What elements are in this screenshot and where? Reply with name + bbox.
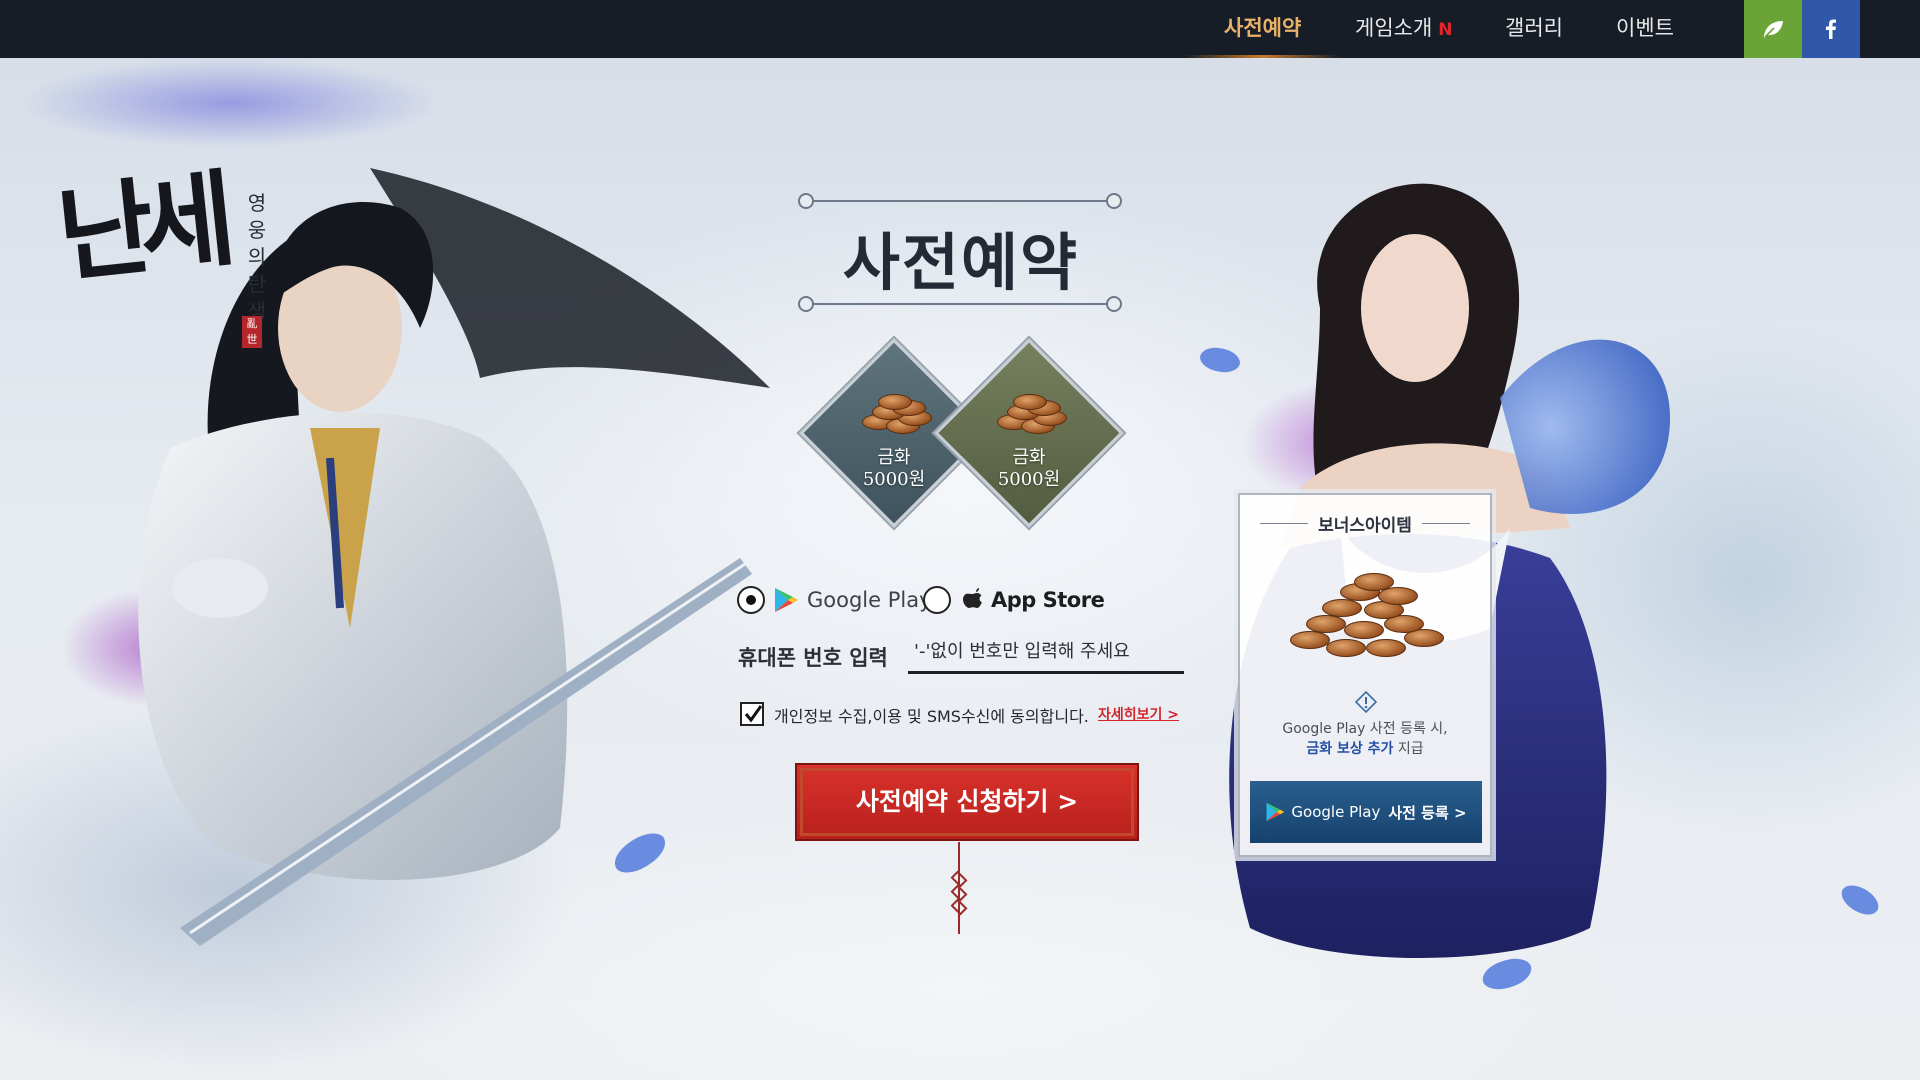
nav-item-gallery[interactable]: 갤러리 [1505, 0, 1563, 58]
title-rule [1422, 523, 1470, 524]
reward-amount: 5000원 [862, 469, 926, 490]
agree-checkbox[interactable] [740, 702, 764, 726]
preregister-label: 사전 등록 > [1388, 803, 1467, 822]
leaf-icon [1764, 21, 1783, 38]
coin-stack-icon [993, 392, 1069, 436]
nav-item-label: 게임소개 [1355, 16, 1433, 40]
bonus-description: Google Play 사전 등록 시, 금화 보상 추가 지급 [1240, 719, 1490, 759]
nav-item-label: 갤러리 [1505, 16, 1563, 40]
nav-item-event[interactable]: 이벤트 [1616, 0, 1674, 58]
phone-input-label: 휴대폰 번호 입력 [738, 646, 888, 670]
ornament-rule [798, 193, 1122, 209]
agree-text: 개인정보 수집,이용 및 SMS수신에 동의합니다. [774, 707, 1089, 726]
line-share-button[interactable] [1744, 0, 1802, 58]
app-store-radio[interactable]: App Store [923, 584, 1105, 616]
preorder-submit-button[interactable]: 사전예약 신청하기 > [795, 763, 1139, 841]
nav-item-label: 사전예약 [1224, 16, 1302, 40]
logo-seal: 亂世 [242, 316, 262, 348]
reward-amount: 5000원 [997, 469, 1061, 490]
google-play-label: Google Play [1291, 803, 1381, 821]
app-store-label: App Store [991, 588, 1105, 612]
privacy-details-link[interactable]: 자세히보기 > [1098, 704, 1179, 724]
nav-item-label: 이벤트 [1616, 16, 1674, 40]
ornament-rule [798, 296, 1122, 312]
radio-button[interactable] [923, 586, 951, 614]
bonus-highlight: 금화 보상 추가 [1306, 741, 1394, 757]
facebook-share-button[interactable] [1802, 0, 1860, 58]
google-play-icon [1266, 802, 1285, 822]
apple-icon [963, 588, 982, 608]
google-play-preregister-button[interactable]: Google Play 사전 등록 > [1250, 781, 1482, 843]
info-icon [1355, 691, 1377, 713]
page-title: 사전예약 [842, 226, 1080, 299]
reward-name: 금화 [1012, 447, 1046, 468]
nav-item-game-intro[interactable]: 게임소개 N [1355, 0, 1453, 58]
bonus-item-card: 보너스아이템 Google Play 사전 등록 시, 금화 보상 추가 지급 … [1238, 493, 1492, 857]
preorder-title-block: 사전예약 [796, 188, 1126, 318]
gold-coins-icon [1280, 573, 1456, 673]
new-badge: N [1438, 20, 1453, 40]
bonus-desc-tail: 지급 [1393, 741, 1424, 757]
reward-name: 금화 [877, 447, 911, 468]
top-navigation: 사전예약 게임소개 N 갤러리 이벤트 [0, 0, 1920, 58]
radio-button-checked[interactable] [737, 586, 765, 614]
game-logo: 난세 영웅의탄생 亂世 [52, 158, 268, 356]
nav-item-preorder[interactable]: 사전예약 [1183, 0, 1342, 58]
reward-label: 금화 5000원 [969, 447, 1089, 491]
logo-subtitle: 영웅의탄생 [247, 191, 267, 323]
google-play-icon [775, 588, 798, 612]
checkmark-icon [744, 705, 763, 723]
reward-label: 금화 5000원 [834, 447, 954, 491]
coin-stack-icon [858, 392, 934, 436]
facebook-icon [1826, 19, 1836, 39]
phone-number-input[interactable] [908, 632, 1184, 674]
logo-title: 난세 [51, 157, 228, 298]
bonus-desc-line: 금화 보상 추가 지급 [1240, 739, 1490, 759]
google-play-radio[interactable]: Google Play [737, 584, 932, 616]
bonus-desc-line: Google Play 사전 등록 시, [1282, 721, 1448, 737]
google-play-label: Google Play [807, 588, 932, 612]
